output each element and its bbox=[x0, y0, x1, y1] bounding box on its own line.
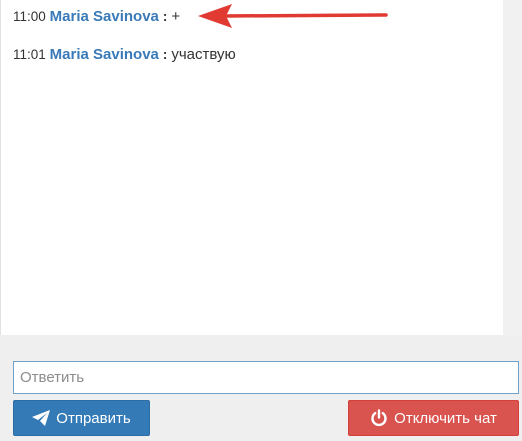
power-icon bbox=[370, 409, 388, 427]
message-text: + bbox=[171, 8, 181, 25]
disconnect-button-label: Отключить чат bbox=[394, 409, 497, 427]
send-button-label: Отправить bbox=[56, 409, 131, 427]
chat-message: 11:01 Maria Savinova : участвую bbox=[13, 46, 236, 63]
send-button[interactable]: Отправить bbox=[13, 400, 150, 436]
message-time: 11:01 bbox=[13, 47, 46, 62]
message-separator: : bbox=[162, 46, 168, 62]
message-author[interactable]: Maria Savinova bbox=[50, 8, 159, 25]
message-author[interactable]: Maria Savinova bbox=[50, 46, 159, 63]
message-separator: : bbox=[162, 8, 168, 24]
reply-input[interactable] bbox=[13, 361, 519, 394]
paper-plane-icon bbox=[32, 410, 51, 426]
message-time: 11:00 bbox=[13, 9, 46, 24]
chat-message: 11:00 Maria Savinova : + bbox=[13, 8, 180, 25]
message-text: участвую bbox=[171, 46, 236, 63]
disconnect-chat-button[interactable]: Отключить чат bbox=[348, 400, 519, 436]
chat-log: 11:00 Maria Savinova : + 11:01 Maria Sav… bbox=[0, 0, 503, 335]
chat-scrollbar[interactable] bbox=[503, 0, 522, 335]
arrow-left-icon bbox=[198, 4, 388, 28]
